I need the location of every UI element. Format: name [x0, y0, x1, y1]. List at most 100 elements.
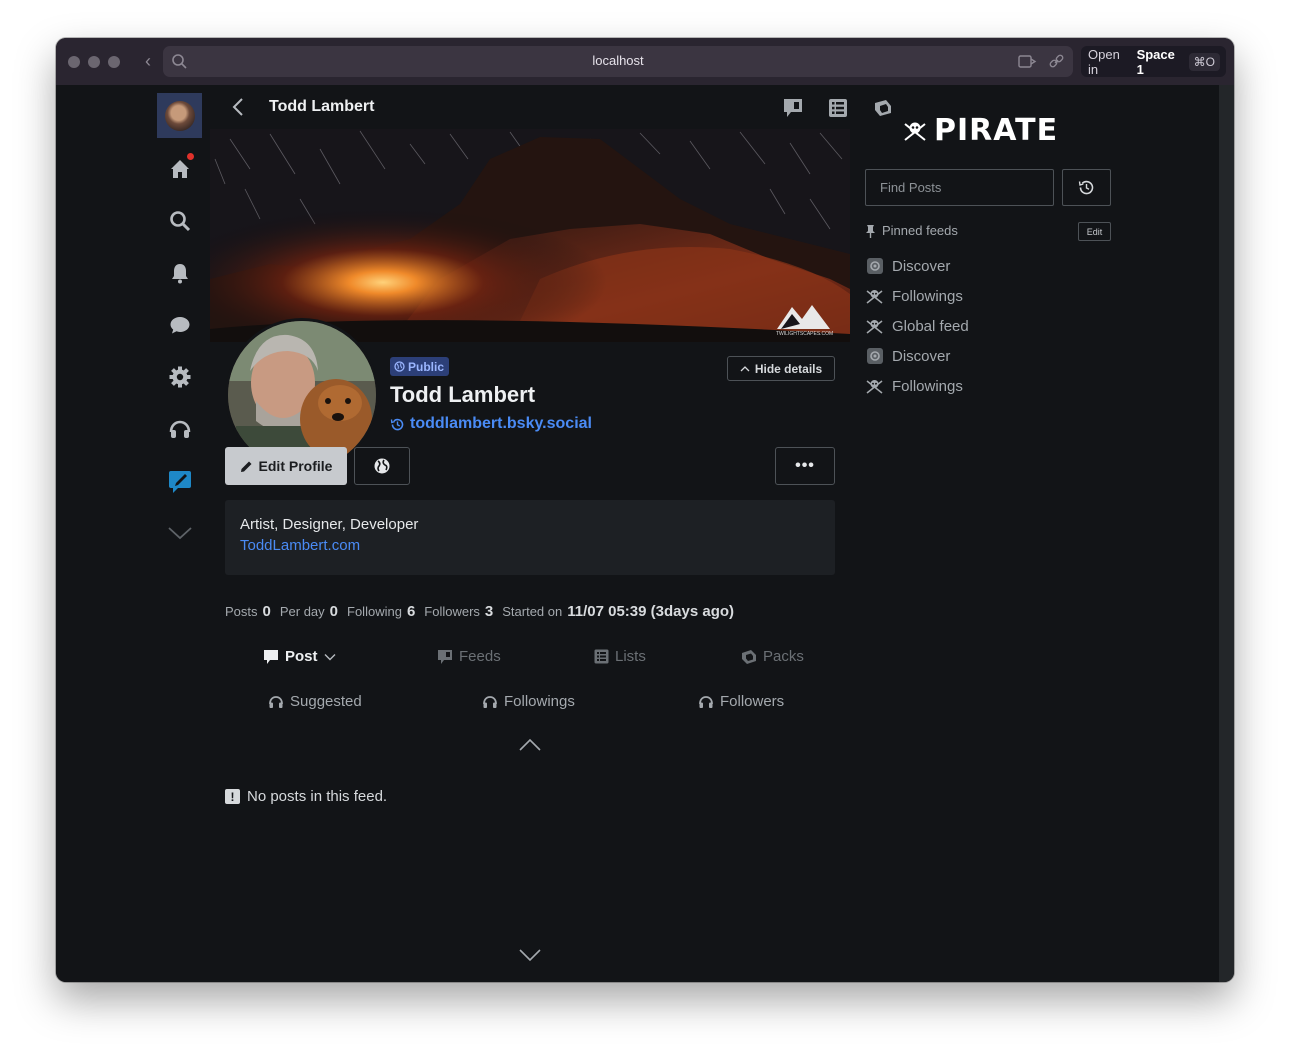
- back-arrow-icon[interactable]: [228, 96, 250, 118]
- following-label: Following: [347, 604, 402, 619]
- bio-box: Artist, Designer, Developer ToddLambert.…: [225, 500, 835, 575]
- address-bar[interactable]: localhost: [163, 46, 1073, 77]
- more-nav-button[interactable]: [157, 507, 202, 559]
- pinned-feed-item[interactable]: Followings: [865, 281, 969, 311]
- left-nav: [157, 93, 202, 559]
- minimize-window-button[interactable]: [88, 56, 100, 68]
- pirate-logo[interactable]: PIRATE: [902, 113, 1058, 148]
- per-day-label: Per day: [279, 604, 325, 619]
- notifications-button[interactable]: [157, 247, 202, 299]
- pencil-icon: [240, 461, 252, 472]
- chevron-up-icon[interactable]: [518, 738, 542, 752]
- packs-icon[interactable]: [872, 97, 894, 119]
- close-window-button[interactable]: [68, 56, 80, 68]
- search-icon: [169, 211, 190, 232]
- pinned-feeds-label: Pinned feeds: [882, 223, 958, 238]
- pinned-feed-item[interactable]: Global feed: [865, 311, 969, 341]
- account-avatar-button[interactable]: [157, 93, 202, 138]
- feed-icon[interactable]: [782, 97, 804, 119]
- notification-dot: [187, 153, 194, 160]
- profile-banner[interactable]: TWILIGHTSCAPES.COM: [210, 129, 850, 342]
- empty-state-text: No posts in this feed.: [247, 788, 388, 805]
- discover-icon: [865, 347, 884, 366]
- started-label: Started on: [502, 604, 563, 619]
- headphones-icon: [269, 695, 283, 708]
- pirate-icon: [865, 377, 884, 396]
- followers-label: Followers: [424, 604, 480, 619]
- tab-feeds[interactable]: Feeds: [437, 648, 501, 665]
- packs-icon: [742, 649, 756, 664]
- website-link[interactable]: ToddLambert.com: [240, 537, 820, 554]
- more-options-button[interactable]: •••: [775, 447, 835, 485]
- posts-label: Posts: [225, 604, 258, 619]
- link-icon[interactable]: [1048, 53, 1065, 70]
- svg-text:TWILIGHTSCAPES.COM: TWILIGHTSCAPES.COM: [776, 331, 833, 337]
- hide-details-button[interactable]: Hide details: [727, 356, 835, 381]
- pinned-feed-label: Discover: [892, 347, 951, 365]
- search-history-button[interactable]: [1062, 169, 1111, 206]
- bio-text: Artist, Designer, Developer: [240, 516, 419, 533]
- avatar: [164, 100, 195, 131]
- chevron-down-icon: [167, 527, 192, 540]
- posts-count: 0: [262, 603, 271, 620]
- pirate-icon: [904, 122, 926, 141]
- chat-bubble-icon: [170, 317, 189, 334]
- handle-link[interactable]: toddlambert.bsky.social: [390, 415, 592, 433]
- feed-icon: [438, 649, 452, 664]
- page-title: Todd Lambert: [269, 98, 375, 115]
- logo-text: PIRATE: [934, 113, 1059, 148]
- pinned-feed-item[interactable]: Followings: [865, 371, 969, 401]
- edit-profile-label: Edit Profile: [258, 458, 333, 474]
- maximize-window-button[interactable]: [108, 56, 120, 68]
- tab-suggested[interactable]: Suggested: [268, 693, 362, 710]
- chevron-down-icon: [324, 653, 336, 660]
- edit-profile-button[interactable]: Edit Profile: [225, 447, 347, 485]
- visibility-label: Public: [408, 359, 445, 374]
- people-tabs: Suggested Followings Followers: [225, 685, 835, 721]
- tab-post-label: Post: [285, 648, 318, 665]
- chevron-up-icon: [740, 366, 750, 372]
- tab-followings-label: Followings: [504, 693, 575, 710]
- pinned-feed-label: Global feed: [892, 317, 969, 335]
- list-icon[interactable]: [827, 97, 849, 119]
- scrollbar[interactable]: [1219, 85, 1234, 982]
- tab-packs[interactable]: Packs: [741, 648, 804, 665]
- tab-followers[interactable]: Followers: [698, 693, 784, 710]
- tab-packs-label: Packs: [763, 648, 804, 665]
- find-posts-input[interactable]: [865, 169, 1054, 206]
- tab-followings[interactable]: Followings: [482, 693, 575, 710]
- tab-lists[interactable]: Lists: [594, 648, 646, 665]
- hide-details-label: Hide details: [754, 361, 823, 376]
- profile-button[interactable]: [157, 403, 202, 455]
- window-controls: [68, 56, 120, 68]
- profile-stats: Posts 0 Per day 0 Following 6 Followers …: [225, 603, 743, 620]
- column-header: Todd Lambert: [210, 85, 891, 129]
- pinned-feed-item[interactable]: Discover: [865, 251, 969, 281]
- browser-back-icon[interactable]: ‹: [138, 51, 158, 71]
- settings-button[interactable]: [157, 351, 202, 403]
- bell-icon: [171, 264, 188, 284]
- compose-button[interactable]: [157, 455, 202, 507]
- pinned-feed-label: Discover: [892, 257, 951, 275]
- gear-icon: [169, 366, 190, 388]
- tab-post[interactable]: Post: [263, 648, 336, 665]
- handle-text: toddlambert.bsky.social: [410, 415, 592, 432]
- search-button[interactable]: [157, 195, 202, 247]
- shortcut-hint: ⌘O: [1188, 52, 1220, 71]
- display-name: Todd Lambert: [390, 382, 536, 407]
- globe-icon: [374, 458, 390, 474]
- messages-button[interactable]: [157, 299, 202, 351]
- edit-pinned-button[interactable]: Edit: [1078, 222, 1111, 241]
- headphones-icon: [699, 695, 713, 708]
- home-button[interactable]: [157, 143, 202, 195]
- list-icon: [594, 649, 609, 664]
- pin-icon: [866, 224, 875, 238]
- reader-icon[interactable]: [1017, 53, 1037, 70]
- following-count: 6: [406, 603, 416, 620]
- compose-icon: [168, 471, 191, 493]
- per-day-count: 0: [329, 603, 339, 620]
- open-in-space-button[interactable]: Open in Space 1 ⌘O: [1081, 46, 1226, 77]
- chevron-down-icon[interactable]: [518, 948, 542, 962]
- website-button[interactable]: [354, 447, 410, 485]
- pinned-feed-item[interactable]: Discover: [865, 341, 969, 371]
